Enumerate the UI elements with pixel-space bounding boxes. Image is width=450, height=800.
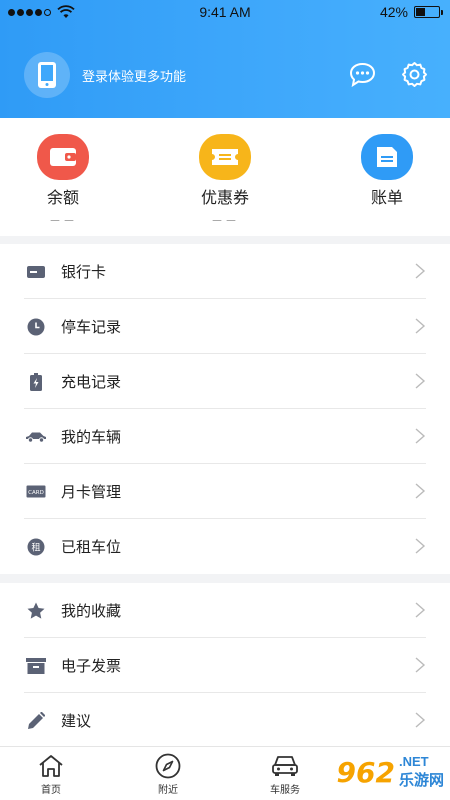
quick-actions: 余额 －－ 优惠券 －－ 账单 xyxy=(0,118,450,236)
login-text: 登录体验更多功能 xyxy=(82,68,187,84)
message-button[interactable] xyxy=(348,60,376,88)
bill-value xyxy=(332,212,442,226)
menu-item-suggestions[interactable]: 建议 xyxy=(0,693,450,748)
menu-label: 我的车辆 xyxy=(61,429,122,446)
tab-car-service[interactable]: 车服务 xyxy=(250,753,320,796)
battery-charge-icon xyxy=(25,371,47,393)
chevron-right-icon xyxy=(415,657,426,673)
tab-nearby[interactable]: 附近 xyxy=(133,753,203,796)
menu-group-other: 我的收藏 电子发票 建议 xyxy=(0,583,450,748)
home-icon xyxy=(39,755,63,777)
menu-label: 电子发票 xyxy=(61,658,122,675)
menu-label: 我的收藏 xyxy=(61,603,122,620)
menu-group-account: 银行卡 停车记录 充电记录 我的车辆 CARD 月卡管理 租 已租车位 xyxy=(0,244,450,574)
status-bar: 9:41 AM 42% xyxy=(0,0,450,24)
menu-label: 月卡管理 xyxy=(61,484,122,501)
car-icon xyxy=(25,426,47,448)
chevron-right-icon xyxy=(415,318,426,334)
watermark-net: .NET xyxy=(398,754,429,769)
battery-icon xyxy=(414,6,443,18)
chevron-right-icon xyxy=(415,263,426,279)
ticket-icon xyxy=(199,134,251,180)
coupon-button[interactable]: 优惠券 －－ xyxy=(170,134,280,228)
invoice-icon xyxy=(25,655,47,677)
tab-label: 车服务 xyxy=(270,785,300,796)
wallet-icon xyxy=(37,134,89,180)
menu-label: 银行卡 xyxy=(61,264,107,281)
chevron-right-icon xyxy=(415,373,426,389)
menu-item-charging-records[interactable]: 充电记录 xyxy=(0,354,450,409)
profile-header: 9:41 AM 42% 登录体验更多功能 xyxy=(0,0,450,118)
compass-icon xyxy=(155,753,181,779)
menu-item-rented-spaces[interactable]: 租 已租车位 xyxy=(0,519,450,574)
login-prompt[interactable]: 登录体验更多功能 xyxy=(24,52,186,98)
coupon-label: 优惠券 xyxy=(200,190,249,207)
menu-label: 停车记录 xyxy=(61,319,122,336)
bill-icon xyxy=(361,134,413,180)
car-service-icon xyxy=(272,756,298,776)
battery-percent: 42% xyxy=(379,4,408,20)
chevron-right-icon xyxy=(415,602,426,618)
rent-icon: 租 xyxy=(25,536,47,558)
coupon-value: －－ xyxy=(210,214,239,228)
balance-button[interactable]: 余额 －－ xyxy=(8,134,118,228)
card-icon: CARD xyxy=(25,481,47,503)
bank-card-icon xyxy=(25,261,47,283)
menu-label: 充电记录 xyxy=(61,374,122,391)
menu-label: 建议 xyxy=(61,713,92,730)
settings-button[interactable] xyxy=(400,60,428,88)
menu-item-bank-card[interactable]: 银行卡 xyxy=(0,244,450,299)
menu-item-parking-records[interactable]: 停车记录 xyxy=(0,299,450,354)
balance-value: －－ xyxy=(48,214,77,228)
tab-home[interactable]: 首页 xyxy=(16,753,86,796)
menu-item-e-invoice[interactable]: 电子发票 xyxy=(0,638,450,693)
chevron-right-icon xyxy=(415,428,426,444)
star-icon xyxy=(25,600,47,622)
clock-icon xyxy=(25,316,47,338)
tab-label: 首页 xyxy=(41,785,61,796)
avatar xyxy=(24,52,70,98)
phone-icon xyxy=(38,62,56,88)
bill-label: 账单 xyxy=(370,190,403,207)
watermark-badge: 962 xyxy=(336,755,395,789)
watermark-cn: 乐游网 xyxy=(398,772,444,789)
menu-item-favorites[interactable]: 我的收藏 xyxy=(0,583,450,638)
svg-text:租: 租 xyxy=(31,542,40,553)
bill-button[interactable]: 账单 xyxy=(332,134,442,226)
chevron-right-icon xyxy=(415,712,426,728)
chat-bubble-icon xyxy=(349,62,375,87)
balance-label: 余额 xyxy=(46,190,79,207)
menu-label: 已租车位 xyxy=(61,539,122,556)
site-watermark: 962 .NET 乐游网 xyxy=(337,750,444,794)
menu-item-monthly-card[interactable]: CARD 月卡管理 xyxy=(0,464,450,519)
chevron-right-icon xyxy=(415,538,426,554)
pencil-icon xyxy=(25,710,47,732)
gear-icon xyxy=(401,61,427,87)
tab-label: 附近 xyxy=(158,785,178,796)
chevron-right-icon xyxy=(415,483,426,499)
menu-item-my-vehicles[interactable]: 我的车辆 xyxy=(0,409,450,464)
svg-text:CARD: CARD xyxy=(28,490,44,496)
